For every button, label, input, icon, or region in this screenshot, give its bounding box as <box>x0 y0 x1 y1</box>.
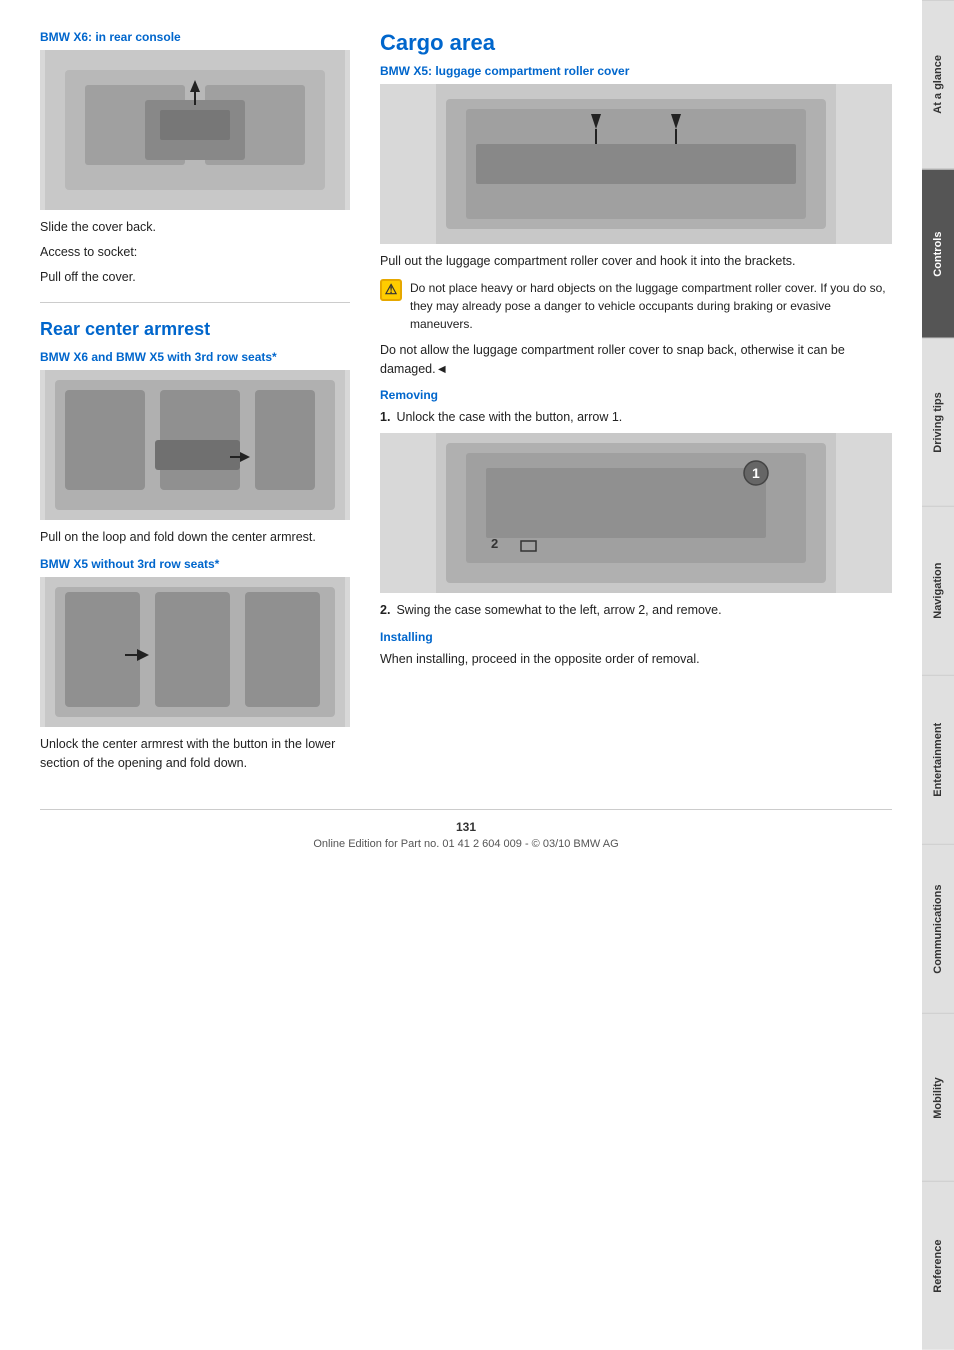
warning-text: Do not place heavy or hard objects on th… <box>410 279 892 333</box>
tab-controls[interactable]: Controls <box>922 169 954 338</box>
x5-no-3rdrow-image <box>40 577 350 727</box>
step-1-text: Unlock the case with the button, arrow 1… <box>396 408 622 427</box>
tab-mobility[interactable]: Mobility <box>922 1013 954 1182</box>
section-divider-1 <box>40 302 350 303</box>
tab-communications[interactable]: Communications <box>922 844 954 1013</box>
pull-out-roller-text: Pull out the luggage compartment roller … <box>380 252 892 271</box>
side-tabs: At a glance Controls Driving tips Naviga… <box>922 0 954 1350</box>
bmw-x6-rear-console-label: BMW X6: in rear console <box>40 30 350 44</box>
rear-console-svg <box>40 50 350 210</box>
rear-center-armrest-section: Rear center armrest BMW X6 and BMW X5 wi… <box>40 319 350 772</box>
right-column: Cargo area BMW X5: luggage compartment r… <box>380 30 892 779</box>
bmw-x5-no-3rd-row-label: BMW X5 without 3rd row seats* <box>40 557 350 571</box>
x5-no-3rdrow-svg <box>40 577 350 727</box>
step-1-num: 1. <box>380 408 390 427</box>
access-socket-text: Access to socket: <box>40 243 350 262</box>
snap-back-text: Do not allow the luggage compartment rol… <box>380 341 892 379</box>
roller-cover-svg <box>380 84 892 244</box>
x6-x5-3rdrow-svg <box>40 370 350 520</box>
luggage-roller-cover-section: BMW X5: luggage compartment roller cover <box>380 64 892 378</box>
warning-block: ⚠ Do not place heavy or hard objects on … <box>380 279 892 333</box>
removing-section: Removing 1. Unlock the case with the but… <box>380 388 892 620</box>
unlock-armrest-text: Unlock the center armrest with the butto… <box>40 735 350 773</box>
section-bmw-x6-rear-console: BMW X6: in rear console <box>40 30 350 286</box>
luggage-roller-cover-label: BMW X5: luggage compartment roller cover <box>380 64 892 78</box>
tab-navigation[interactable]: Navigation <box>922 506 954 675</box>
cargo-area-heading: Cargo area <box>380 30 892 56</box>
removing-steps: 1. Unlock the case with the button, arro… <box>380 408 892 427</box>
tab-driving-tips[interactable]: Driving tips <box>922 338 954 507</box>
step-2-text: Swing the case somewhat to the left, arr… <box>396 601 721 620</box>
pull-loop-text: Pull on the loop and fold down the cente… <box>40 528 350 547</box>
tab-entertainment[interactable]: Entertainment <box>922 675 954 844</box>
tab-reference[interactable]: Reference <box>922 1181 954 1350</box>
main-content: BMW X6: in rear console <box>0 0 922 1350</box>
footer-text: Online Edition for Part no. 01 41 2 604 … <box>40 838 892 850</box>
installing-label: Installing <box>380 630 892 644</box>
roller-cover-image <box>380 84 892 244</box>
removing-image: 1 2 <box>380 433 892 593</box>
svg-text:1: 1 <box>752 465 760 481</box>
removing-step-1: 1. Unlock the case with the button, arro… <box>380 408 892 427</box>
removing-svg: 1 2 <box>380 433 892 593</box>
rear-console-image <box>40 50 350 210</box>
left-column: BMW X6: in rear console <box>40 30 350 779</box>
footer: 131 Online Edition for Part no. 01 41 2 … <box>40 809 892 850</box>
tab-at-a-glance[interactable]: At a glance <box>922 0 954 169</box>
step-2-num: 2. <box>380 601 390 620</box>
two-column-layout: BMW X6: in rear console <box>40 30 892 779</box>
rear-center-armrest-heading: Rear center armrest <box>40 319 350 340</box>
svg-text:2: 2 <box>491 536 498 551</box>
page-number: 131 <box>40 820 892 834</box>
removing-step-2: 2. Swing the case somewhat to the left, … <box>380 601 892 620</box>
installing-section: Installing When installing, proceed in t… <box>380 630 892 669</box>
installing-text: When installing, proceed in the opposite… <box>380 650 892 669</box>
bmw-x6-x5-3rd-row-label: BMW X6 and BMW X5 with 3rd row seats* <box>40 350 350 364</box>
pull-cover-text: Pull off the cover. <box>40 268 350 287</box>
removing-label: Removing <box>380 388 892 402</box>
removing-step2-list: 2. Swing the case somewhat to the left, … <box>380 601 892 620</box>
warning-icon: ⚠ <box>380 279 402 301</box>
x6-x5-3rdrow-image <box>40 370 350 520</box>
slide-cover-text: Slide the cover back. <box>40 218 350 237</box>
